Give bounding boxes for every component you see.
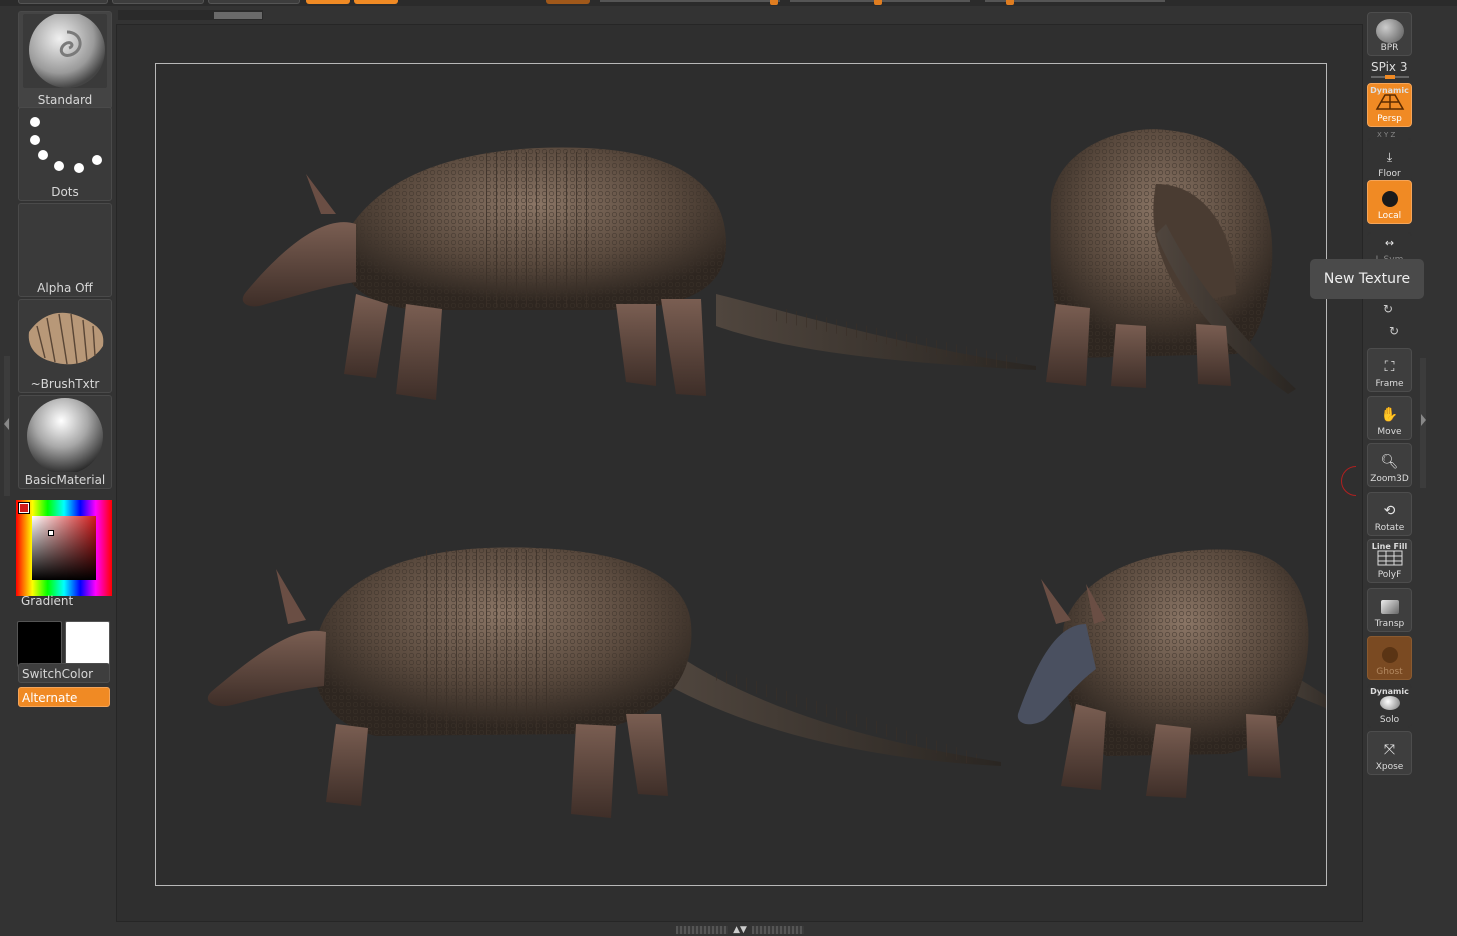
color-picker-cursor[interactable] bbox=[48, 530, 54, 536]
switchcolor-button[interactable]: SwitchColor bbox=[18, 663, 110, 683]
document-canvas[interactable] bbox=[116, 24, 1363, 922]
expand-right-tray-icon[interactable] bbox=[1421, 414, 1426, 426]
color-picker[interactable] bbox=[16, 500, 112, 596]
rotate-z-icon[interactable]: ↻ bbox=[1389, 324, 1399, 338]
canvas-scroll-thumb[interactable] bbox=[214, 12, 262, 19]
draw-size-knob[interactable] bbox=[1006, 0, 1014, 5]
ghost-label: Ghost bbox=[1376, 667, 1403, 677]
local-label: Local bbox=[1377, 211, 1402, 221]
brush-selector[interactable]: Standard bbox=[18, 11, 112, 109]
stroke-label: Dots bbox=[51, 185, 79, 199]
texture-label: ~BrushTxtr bbox=[30, 377, 100, 391]
xpose-button[interactable]: ⤧ Xpose bbox=[1367, 731, 1412, 775]
zoom-magnifier-icon: 🔍︎ bbox=[1380, 454, 1399, 471]
solo-icon bbox=[1379, 696, 1400, 711]
zoom3d-button[interactable]: 🔍︎ Zoom3D bbox=[1367, 443, 1412, 487]
rotate-button[interactable]: ⟲ Rotate bbox=[1367, 492, 1412, 536]
move-button[interactable]: ✋ Move bbox=[1367, 396, 1412, 440]
polyf-button[interactable]: Line Fill PolyF bbox=[1367, 539, 1412, 583]
rgb-intensity-knob[interactable] bbox=[770, 0, 778, 5]
brush-texture-icon bbox=[23, 302, 107, 376]
left-shelf: Standard Dots Alpha Off ~BrushTxtr Basic… bbox=[0, 6, 116, 936]
floor-label: Floor bbox=[1378, 169, 1401, 179]
local-icon bbox=[1381, 191, 1398, 208]
xpose-icon: ⤧ bbox=[1383, 742, 1396, 759]
spix-slider-knob[interactable] bbox=[1385, 75, 1395, 79]
bpr-label: BPR bbox=[1380, 43, 1399, 53]
hand-move-icon: ✋ bbox=[1380, 407, 1399, 424]
top-button-3[interactable] bbox=[208, 0, 300, 4]
floor-button[interactable]: ⤓ Floor bbox=[1367, 138, 1412, 182]
frame-label: Frame bbox=[1375, 379, 1404, 389]
polyf-label: PolyF bbox=[1377, 570, 1402, 580]
transp-button[interactable]: Transp bbox=[1367, 588, 1412, 632]
color-picker-square[interactable] bbox=[32, 516, 96, 580]
frame-icon: ⛶ bbox=[1384, 359, 1395, 376]
xpose-label: Xpose bbox=[1375, 762, 1404, 772]
canvas-scrollbar[interactable] bbox=[118, 10, 263, 20]
top-orange-button-2[interactable] bbox=[354, 0, 398, 4]
spix-slider[interactable] bbox=[1371, 75, 1409, 79]
rotate-y-icon[interactable]: ↻ bbox=[1383, 302, 1393, 316]
frame-button[interactable]: ⛶ Frame bbox=[1367, 348, 1412, 392]
transp-label: Transp bbox=[1374, 619, 1405, 629]
secondary-color-swatch[interactable] bbox=[65, 621, 110, 667]
material-sphere-icon bbox=[23, 398, 107, 472]
solo-dynamic-label: Dynamic bbox=[1370, 687, 1409, 696]
expand-bottom-tray-icon[interactable]: ▲▼ bbox=[728, 925, 752, 935]
rotate-label: Rotate bbox=[1374, 523, 1405, 533]
persp-label: Persp bbox=[1377, 114, 1402, 124]
bpr-icon bbox=[1375, 19, 1404, 44]
solo-label: Solo bbox=[1379, 715, 1400, 725]
top-button-1[interactable] bbox=[18, 0, 108, 4]
armadillo-side-view-2 bbox=[207, 547, 1001, 818]
top-orange-button-1[interactable] bbox=[306, 0, 350, 4]
document-frame[interactable] bbox=[155, 63, 1352, 886]
alpha-label: Alpha Off bbox=[37, 281, 93, 295]
top-toolbar-strip bbox=[0, 0, 1457, 6]
floor-icon: ⤓ bbox=[1386, 150, 1393, 165]
right-shelf: BPR SPix 3 Dynamic Persp X Y Z ⤓ Floor L… bbox=[1363, 6, 1457, 936]
lsym-arrows-icon: ↔ bbox=[1384, 236, 1395, 250]
alpha-selector[interactable]: Alpha Off bbox=[18, 203, 112, 297]
zbrush-window: Standard Dots Alpha Off ~BrushTxtr Basic… bbox=[0, 0, 1457, 936]
top-button-2[interactable] bbox=[112, 0, 204, 4]
z-intensity-knob[interactable] bbox=[874, 0, 882, 5]
stroke-selector[interactable]: Dots bbox=[18, 107, 112, 201]
perspective-grid-icon bbox=[1375, 94, 1404, 111]
dots-stroke-icon bbox=[23, 110, 107, 184]
armadillo-rear-view bbox=[1046, 129, 1296, 394]
armadillo-three-quarter-view bbox=[1017, 549, 1352, 798]
gradient-label[interactable]: Gradient bbox=[21, 594, 73, 608]
ghost-button[interactable]: Ghost bbox=[1367, 636, 1412, 680]
local-button[interactable]: Local bbox=[1367, 180, 1412, 224]
main-color-indicator bbox=[18, 502, 30, 514]
top-button-rgb[interactable] bbox=[546, 0, 590, 4]
solo-button[interactable]: Dynamic Solo bbox=[1367, 684, 1412, 728]
rotate-icon: ⟲ bbox=[1383, 503, 1396, 520]
standard-brush-icon bbox=[23, 14, 107, 88]
transparency-icon bbox=[1380, 600, 1399, 615]
polyframe-grid-icon bbox=[1377, 550, 1402, 566]
bpr-button[interactable]: BPR bbox=[1367, 12, 1412, 56]
move-label: Move bbox=[1377, 427, 1402, 437]
armadillo-side-view-1 bbox=[242, 147, 1036, 400]
alternate-button[interactable]: Alternate bbox=[18, 687, 110, 707]
tooltip: New Texture bbox=[1310, 259, 1424, 299]
ghost-icon bbox=[1381, 647, 1398, 664]
rgb-intensity-slider[interactable] bbox=[600, 0, 780, 2]
material-selector[interactable]: BasicMaterial bbox=[18, 395, 112, 489]
texture-selector[interactable]: ~BrushTxtr bbox=[18, 299, 112, 393]
main-color-swatch[interactable] bbox=[17, 621, 62, 667]
material-label: BasicMaterial bbox=[24, 473, 106, 487]
zoom3d-label: Zoom3D bbox=[1370, 474, 1409, 484]
persp-button[interactable]: Dynamic Persp bbox=[1367, 83, 1412, 127]
spix-setting[interactable]: SPix 3 bbox=[1371, 60, 1407, 74]
expand-left-tray-icon[interactable] bbox=[4, 418, 9, 430]
armadillo-renders bbox=[207, 129, 1352, 818]
brush-label: Standard bbox=[37, 93, 93, 107]
